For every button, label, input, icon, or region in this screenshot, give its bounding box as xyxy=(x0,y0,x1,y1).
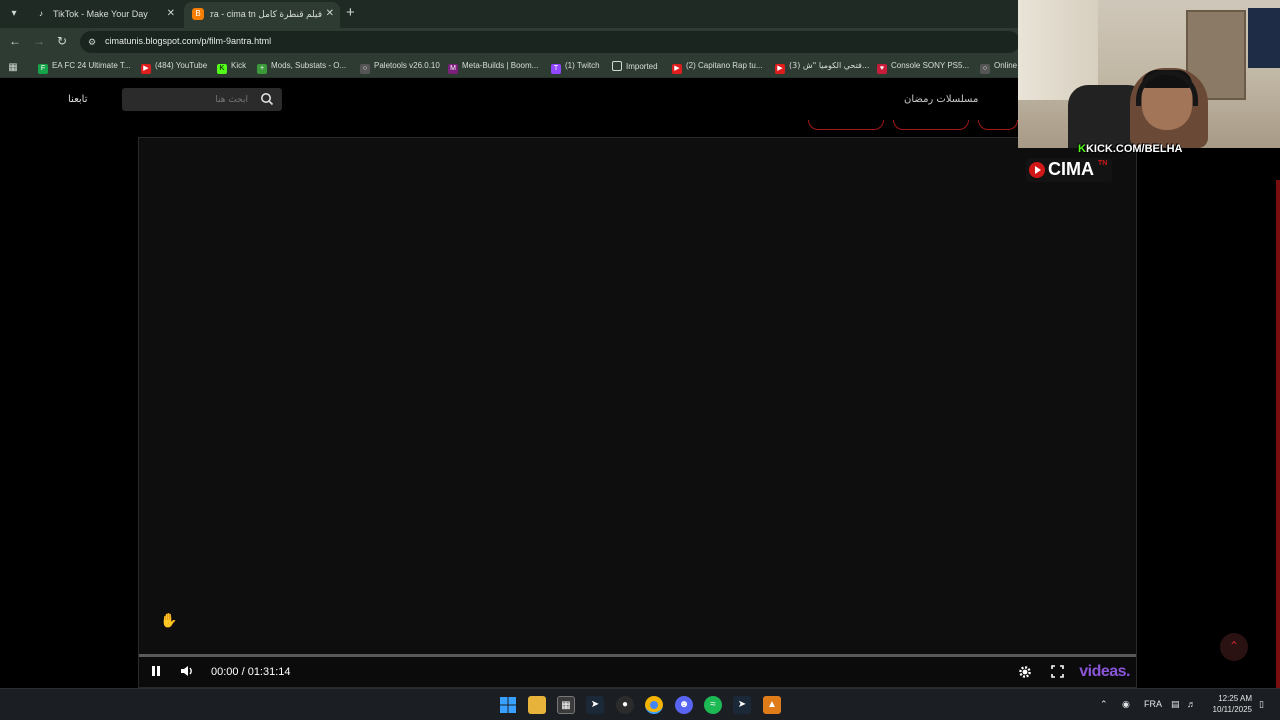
kick-channel-tag: KKICK.COM/BELHA xyxy=(1078,143,1183,155)
play-circle-icon xyxy=(1029,162,1045,178)
youtube-icon: ▶ xyxy=(775,64,785,74)
nav-item-ramadan-series[interactable]: مسلسلات رمضان xyxy=(904,94,978,105)
video-player[interactable]: 00:00 / 01:31:14 videas. xyxy=(138,137,1137,688)
chrome-icon[interactable] xyxy=(645,696,663,714)
tab-title: فيلم قنطرة كامل ntra - cima tn xyxy=(210,9,322,19)
folder-icon xyxy=(612,61,622,71)
address-bar[interactable]: ⚙ cimatunis.blogspot.com/p/film-9antra.h… xyxy=(80,31,1020,53)
game-app-icon[interactable]: ● xyxy=(616,696,634,714)
close-tab-icon[interactable]: ✕ xyxy=(167,2,175,26)
room-poster xyxy=(1248,8,1280,68)
youtube-icon: ▶ xyxy=(141,64,151,74)
bookmark-imported[interactable]: Imported xyxy=(612,61,658,71)
bookmark-fathi[interactable]: ▶ (3) فتحي الكوميا "ش... xyxy=(775,61,869,74)
tray-overflow-icon[interactable]: ⌃ xyxy=(1100,699,1108,710)
bookmark-kick[interactable]: K Kick xyxy=(217,61,246,74)
steam-icon[interactable]: ➤ xyxy=(733,696,751,714)
tab-title: TikTok - Make Your Day xyxy=(53,9,148,19)
microphone-icon[interactable]: ◉ xyxy=(1122,699,1130,710)
url-text[interactable]: cimatunis.blogspot.com/p/film-9antra.htm… xyxy=(105,36,271,46)
new-tab-button[interactable]: + xyxy=(346,4,355,21)
mods-icon: + xyxy=(257,64,267,74)
bookmark-youtube[interactable]: ▶ (484) YouTube xyxy=(141,61,207,74)
webcam-overlay xyxy=(1018,0,1280,148)
bookmark-meta-builds[interactable]: M Meta-Builds | Boom... xyxy=(448,61,538,74)
tab-cima[interactable]: B فيلم قنطرة كامل ntra - cima tn ✕ xyxy=(184,2,340,28)
apps-grid-icon[interactable]: ▦ xyxy=(8,61,22,73)
fullscreen-icon[interactable] xyxy=(1051,665,1064,678)
category-pill[interactable] xyxy=(808,120,884,130)
volume-icon[interactable] xyxy=(180,665,194,677)
back-button[interactable]: ← xyxy=(9,34,21,48)
hand-cursor-icon: ✋ xyxy=(160,612,178,628)
store-icon[interactable]: ▦ xyxy=(557,696,575,714)
bookmark-online[interactable]: ○ Online xyxy=(980,61,1017,74)
globe-icon: ○ xyxy=(980,64,990,74)
windows-taskbar: ▦ ➤ ● ☻ ≈ ➤ ▲ ⌃ ◉ FRA ▤ ♬ 12:25 AM 10/11… xyxy=(0,688,1280,720)
videas-logo[interactable]: videas. xyxy=(1079,663,1130,681)
settings-gear-icon[interactable] xyxy=(1018,665,1032,679)
cima-tn-logo: CIMA TN xyxy=(1026,158,1112,182)
scroll-to-top-button[interactable]: ⌃ xyxy=(1220,633,1248,661)
tab-tiktok[interactable]: ♪ TikTok - Make Your Day ✕ xyxy=(27,2,181,28)
page-scrollbar[interactable] xyxy=(1276,180,1280,688)
category-pill[interactable] xyxy=(893,120,969,130)
spotify-icon[interactable]: ≈ xyxy=(704,696,722,714)
follow-us-link[interactable]: تابعنا xyxy=(68,94,88,105)
kick-icon: K xyxy=(217,64,227,74)
blogger-icon: B xyxy=(192,8,204,20)
site-info-icon[interactable]: ⚙ xyxy=(88,36,100,48)
ea-fc-icon: F xyxy=(38,64,48,74)
globe-icon: ○ xyxy=(360,64,370,74)
notification-icon[interactable]: ▯ xyxy=(1259,699,1264,710)
bookmark-ea-fc[interactable]: F EA FC 24 Ultimate T... xyxy=(38,61,131,74)
bookmark-capitano[interactable]: ▶ (2) Capitano Rap tu... xyxy=(672,61,762,74)
language-indicator[interactable]: FRA xyxy=(1144,699,1162,709)
twitch-icon: T xyxy=(551,64,561,74)
windows-start-icon[interactable] xyxy=(499,696,517,714)
bookmark-mods[interactable]: + Mods, Substats - O... xyxy=(257,61,346,74)
search-input[interactable] xyxy=(128,92,248,107)
search-icon[interactable] xyxy=(260,92,274,106)
search-box xyxy=(122,88,282,111)
forward-button[interactable]: → xyxy=(33,34,45,48)
heart-icon: ♥ xyxy=(877,64,887,74)
player-controls: 00:00 / 01:31:14 videas. xyxy=(139,657,1136,687)
network-icon[interactable]: ▤ xyxy=(1171,699,1180,710)
discord-icon[interactable]: ☻ xyxy=(675,696,693,714)
pause-icon[interactable] xyxy=(150,665,162,677)
bookmark-twitch[interactable]: T (1) Twitch xyxy=(551,61,600,74)
reload-button[interactable]: ↻ xyxy=(57,34,67,48)
clock[interactable]: 12:25 AM 10/11/2025 xyxy=(1206,693,1252,715)
app-icon[interactable]: ▲ xyxy=(763,696,781,714)
tab-search-icon[interactable]: ▾ xyxy=(5,5,23,23)
bookmark-console-sony[interactable]: ♥ Console SONY PS5... xyxy=(877,61,969,74)
meta-builds-icon: M xyxy=(448,64,458,74)
bookmark-paletools[interactable]: ○ Paletools v26.0.10 xyxy=(360,61,440,74)
video-screen[interactable] xyxy=(139,138,1136,655)
close-tab-icon[interactable]: ✕ xyxy=(326,2,334,26)
chevron-up-icon: ⌃ xyxy=(1228,639,1240,653)
category-pill[interactable] xyxy=(978,120,1018,130)
kick-logo-icon: K xyxy=(1078,143,1086,155)
steam-icon[interactable]: ➤ xyxy=(586,696,604,714)
file-explorer-icon[interactable] xyxy=(528,696,546,714)
time-display: 00:00 / 01:31:14 xyxy=(211,666,291,678)
volume-tray-icon[interactable]: ♬ xyxy=(1187,699,1196,709)
tiktok-icon: ♪ xyxy=(39,9,43,18)
youtube-icon: ▶ xyxy=(672,64,682,74)
